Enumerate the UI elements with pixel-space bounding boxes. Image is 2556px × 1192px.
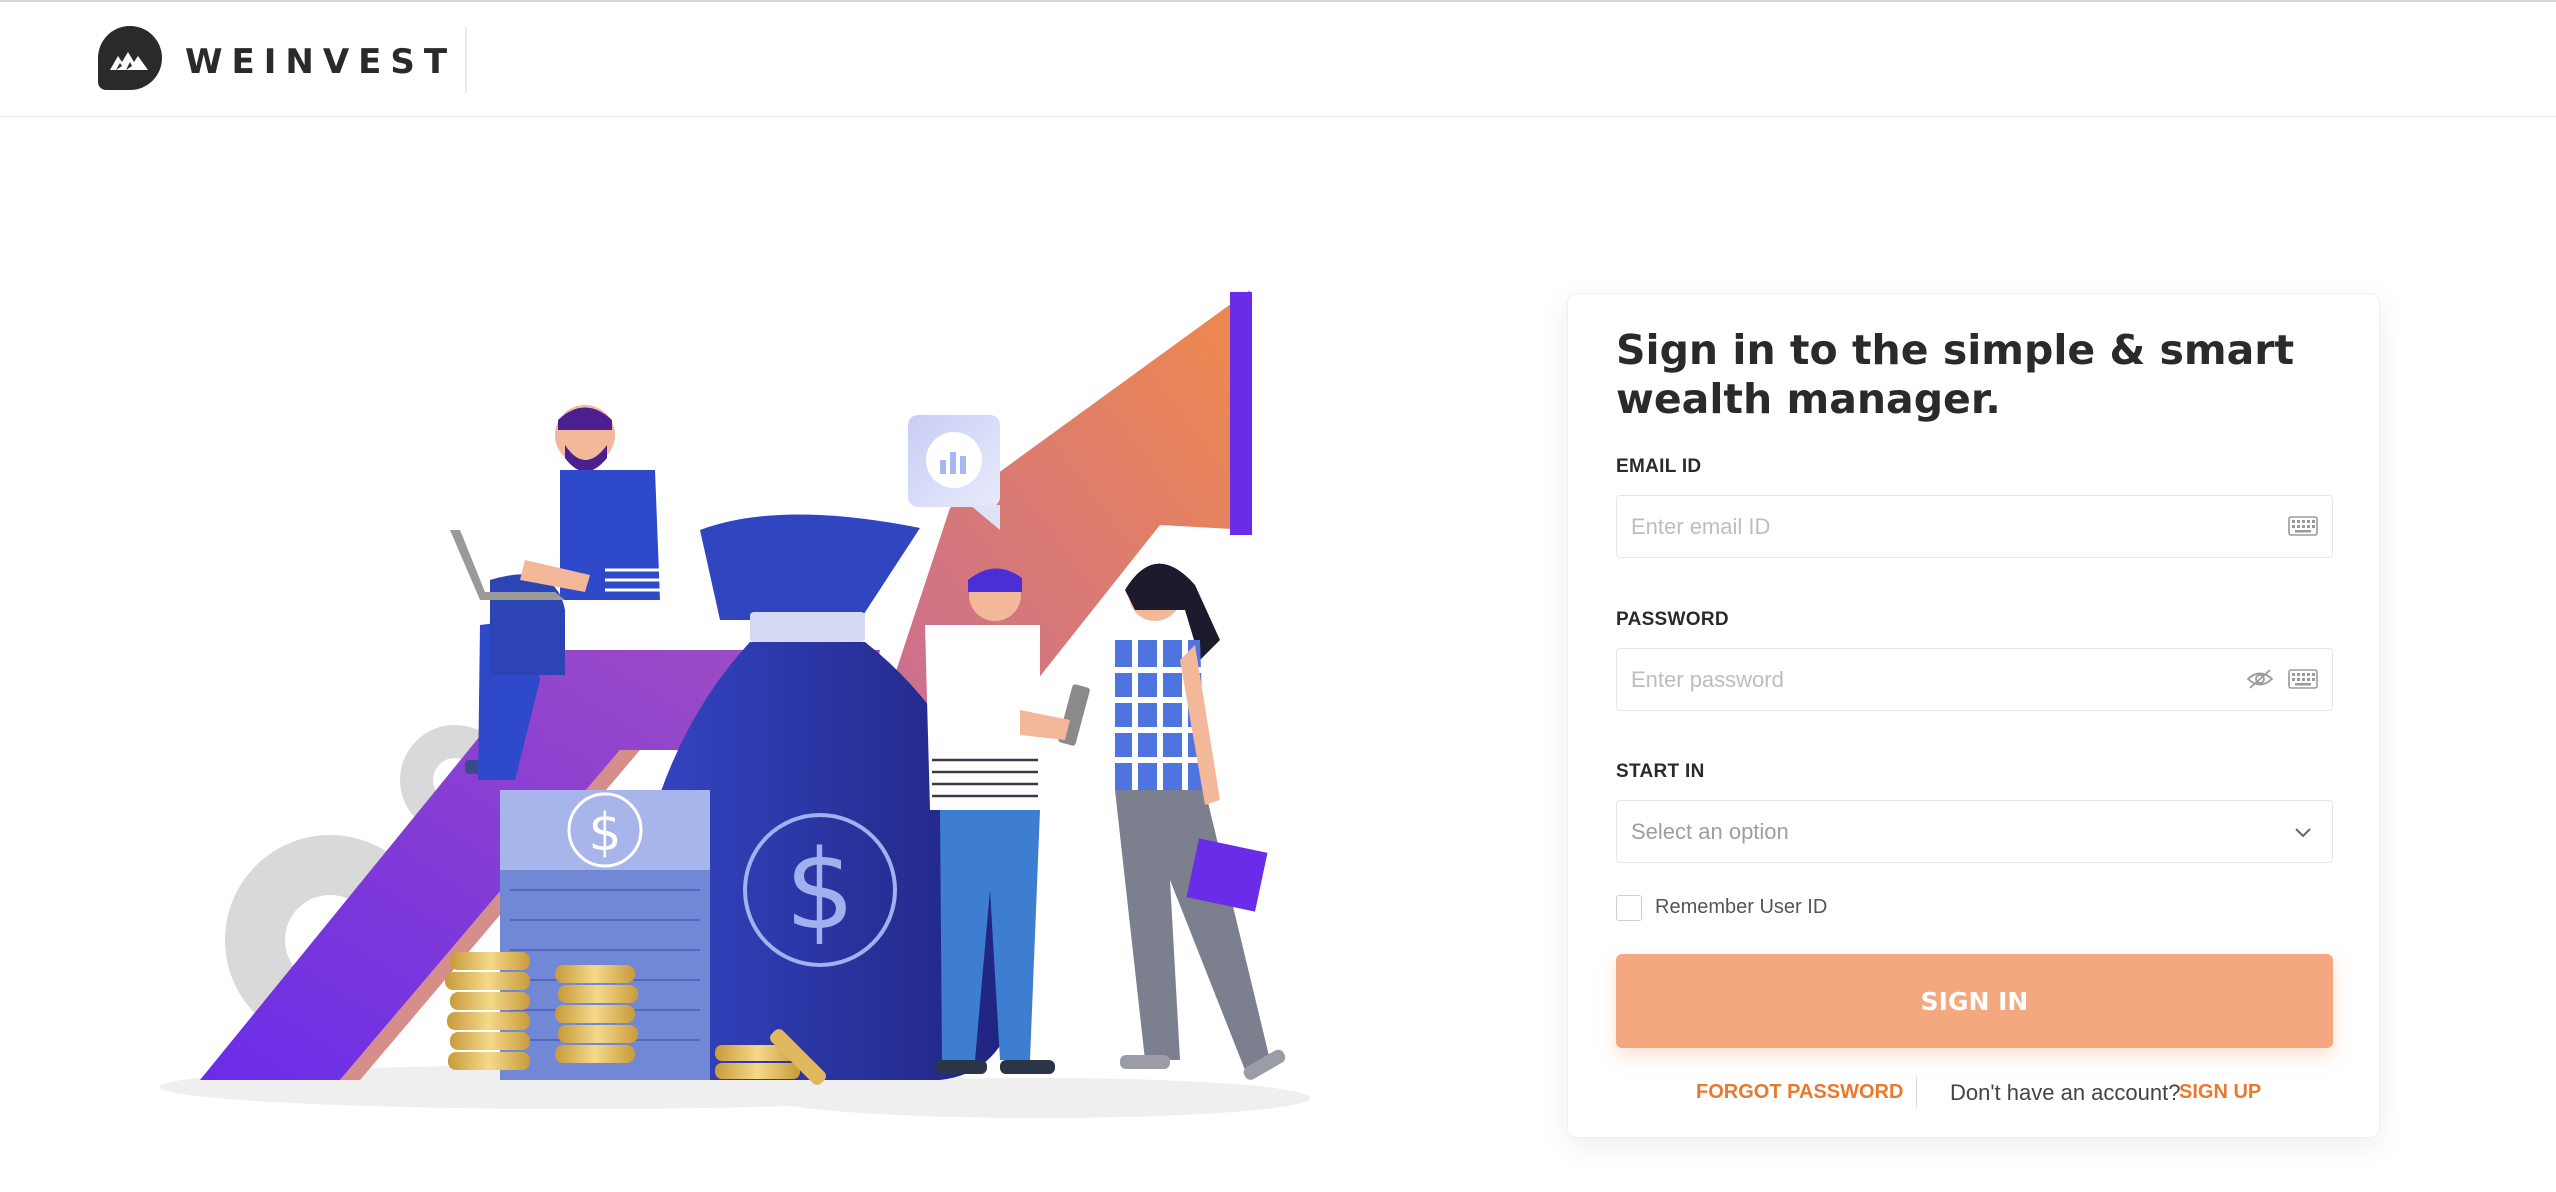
password-field-wrapper [1616,648,2333,711]
link-divider [1916,1077,1917,1107]
password-label: PASSWORD [1616,609,1729,630]
hero-illustration: $ $ [160,280,1380,1130]
email-field-wrapper [1616,495,2333,558]
forgot-password-link[interactable]: FORGOT PASSWORD [1696,1081,1903,1104]
page-title: Sign in to the simple & smart wealth man… [1616,326,2295,423]
email-label: EMAIL ID [1616,456,1702,477]
svg-text:$: $ [588,803,621,863]
header-divider [465,27,467,93]
login-card: Sign in to the simple & smart wealth man… [1567,293,2380,1138]
password-field[interactable] [1631,649,2191,710]
start-in-select[interactable]: Select an option [1616,800,2333,863]
sign-in-button[interactable]: SIGN IN [1616,954,2333,1048]
no-account-text: Don't have an account? [1950,1080,2181,1105]
chevron-down-icon [2295,828,2311,838]
start-in-selected-value: Select an option [1631,819,1789,844]
keyboard-icon[interactable] [2288,667,2318,691]
sign-up-link[interactable]: SIGN UP [2179,1081,2261,1104]
dollar-icon: $ [785,826,855,954]
remember-label[interactable]: Remember User ID [1655,896,1827,919]
mountain-logo-icon [110,52,148,70]
start-in-label: START IN [1616,761,1705,782]
remember-checkbox[interactable] [1616,895,1642,921]
finance-team-illustration: $ $ [160,290,1310,1118]
eye-off-icon[interactable] [2246,667,2274,691]
site-header: WEINVEST [0,2,2556,117]
brand-name[interactable]: WEINVEST [185,42,456,82]
logo-icon[interactable] [98,26,162,90]
email-field[interactable] [1631,496,2231,557]
keyboard-icon[interactable] [2288,514,2318,538]
